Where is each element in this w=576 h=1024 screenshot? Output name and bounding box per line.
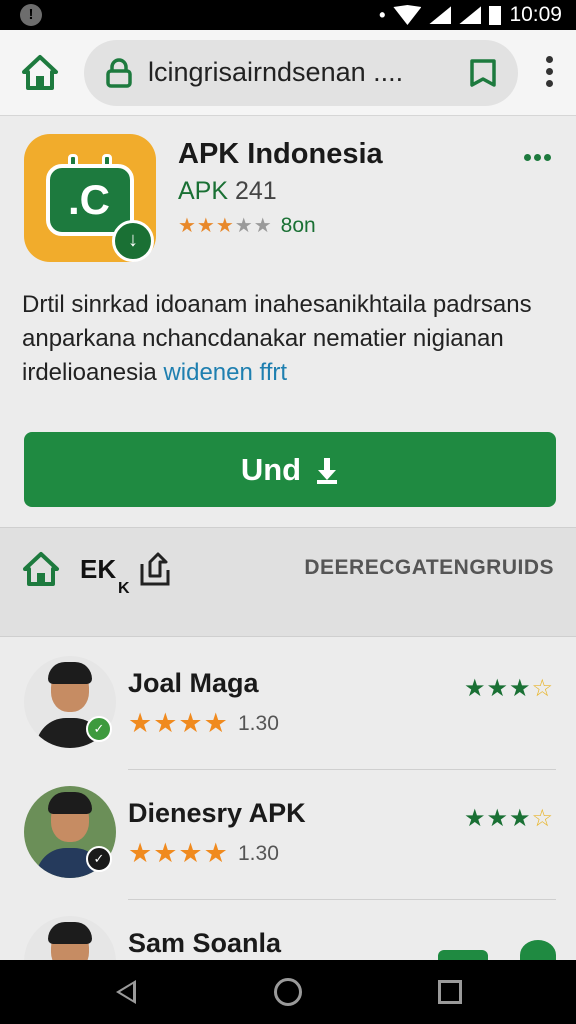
home-icon[interactable]: [20, 52, 60, 92]
bookmark-icon[interactable]: [468, 58, 498, 88]
reviewer-name: Dienesry APK: [128, 798, 306, 828]
review-rating-right: ★★★☆: [463, 805, 554, 832]
reviewer-name: Sam Soanla: [128, 928, 282, 958]
tab-k-sub: K: [118, 580, 130, 597]
lock-icon: [106, 58, 132, 88]
app-rating: ★★★★★ 8on: [178, 213, 316, 238]
description-line-2: anparkana nchancdanakar nematier nigiana…: [22, 325, 504, 352]
more-options-icon[interactable]: [524, 148, 558, 161]
system-navigation-bar: [0, 960, 576, 1024]
avatar: [24, 916, 116, 960]
rating-stars: ★★★★★: [178, 215, 273, 237]
status-bar: ! • 10:09: [0, 0, 576, 30]
signal-icon-2: [459, 6, 482, 24]
description-link[interactable]: widenen ffrt: [163, 359, 287, 386]
share-icon[interactable]: [138, 550, 172, 588]
version-number: 241: [234, 177, 277, 205]
section-label[interactable]: DEERECGATENGRUIDS: [304, 556, 554, 580]
review-item[interactable]: ✓ Joal Maga ★★★★ 1.30 ★★★☆: [0, 640, 576, 770]
home-tab-icon[interactable]: [22, 550, 60, 588]
home-circle-icon[interactable]: [274, 978, 302, 1006]
download-icon: [317, 457, 338, 484]
app-icon: .C ↓: [24, 134, 156, 262]
description-line-3: irdelioanesia: [22, 359, 157, 386]
status-icons: • 10:09: [379, 3, 562, 27]
verified-badge-icon: ✓: [86, 716, 112, 742]
verified-badge-icon: ✓: [86, 846, 112, 872]
tab-ek[interactable]: EK: [80, 554, 116, 585]
reviewer-name: Joal Maga: [128, 668, 259, 698]
rating-label: 8on: [280, 213, 316, 237]
review-rating-right: ★★★☆: [463, 675, 554, 702]
review-score: 1.30: [238, 712, 279, 735]
install-label: Und: [240, 451, 302, 487]
bluetooth-icon: •: [379, 4, 386, 25]
version-prefix: APK: [178, 177, 229, 205]
url-bar[interactable]: lcingrisairndsenan ....: [84, 40, 518, 106]
review-item[interactable]: Sam Soanla: [0, 900, 576, 960]
clock: 10:09: [509, 3, 562, 26]
recent-apps-icon[interactable]: [438, 980, 462, 1004]
wifi-icon: [393, 5, 422, 25]
browser-toolbar: lcingrisairndsenan ....: [0, 30, 576, 116]
review-item[interactable]: ✓ Dienesry APK ★★★★ 1.30 ★★★☆: [0, 770, 576, 900]
description-line-1: Drtil sinrkad idoanam inahesanikhtaila p…: [22, 291, 532, 318]
notification-alert-icon: !: [20, 4, 42, 26]
battery-icon: [489, 5, 502, 25]
app-description: Drtil sinrkad idoanam inahesanikhtaila p…: [22, 288, 558, 390]
review-stars: ★★★★: [128, 708, 229, 738]
overflow-menu-icon[interactable]: [544, 56, 554, 90]
review-score: 1.30: [238, 842, 279, 865]
download-badge-icon: ↓: [112, 220, 154, 262]
section-bar: EK K DEERECGATENGRUIDS: [0, 527, 576, 637]
back-icon[interactable]: [116, 980, 136, 1004]
signal-icon: [429, 6, 452, 24]
install-button[interactable]: Und: [24, 432, 556, 507]
review-stars: ★★★★: [128, 838, 229, 868]
url-text[interactable]: lcingrisairndsenan ....: [148, 57, 448, 88]
app-title: APK Indonesia: [178, 138, 383, 170]
app-version: APK 241: [178, 177, 277, 206]
